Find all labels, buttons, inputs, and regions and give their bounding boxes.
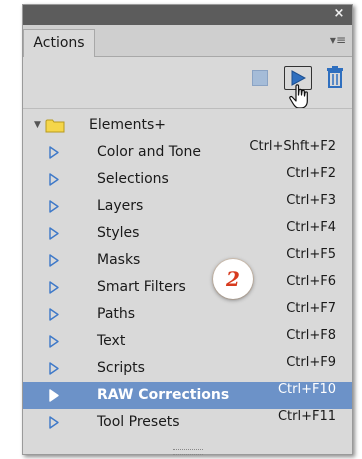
- action-label: RAW Corrections: [97, 387, 230, 403]
- expand-arrow-icon[interactable]: ▼: [34, 112, 41, 139]
- panel-menu-icon[interactable]: ▾≡: [330, 34, 346, 46]
- action-label: Text: [97, 333, 126, 349]
- action-label: Color and Tone: [97, 144, 202, 160]
- expand-triangle-icon[interactable]: [49, 227, 59, 240]
- action-label: Masks: [97, 252, 141, 268]
- action-shortcut: Ctrl+F10: [277, 382, 336, 397]
- expand-triangle-icon[interactable]: [49, 200, 59, 213]
- trash-icon[interactable]: [326, 66, 344, 88]
- action-shortcut: Ctrl+F2: [286, 166, 336, 181]
- action-shortcut: Ctrl+Shft+F2: [249, 139, 336, 154]
- actions-panel: × Actions ▾≡ ▼ Elements+ Color and Tone …: [22, 4, 353, 455]
- step-badge: 2: [213, 259, 253, 299]
- action-label: Styles: [97, 225, 140, 241]
- actions-toolbar: [23, 57, 352, 109]
- action-shortcut: Ctrl+F4: [286, 220, 336, 235]
- action-label: Layers: [97, 198, 144, 214]
- close-icon[interactable]: ×: [332, 7, 346, 21]
- folder-label: Elements+: [89, 117, 166, 133]
- action-label: Scripts: [97, 360, 145, 376]
- hand-cursor-icon: [289, 84, 308, 109]
- action-shortcut: Ctrl+F8: [286, 328, 336, 343]
- action-label: Paths: [97, 306, 136, 322]
- action-shortcut: Ctrl+F6: [286, 274, 336, 289]
- resize-grip[interactable]: [173, 449, 203, 455]
- action-label: Smart Filters: [97, 279, 186, 295]
- action-shortcut: Ctrl+F11: [277, 409, 336, 424]
- folder-icon: [45, 119, 65, 133]
- action-shortcut: Ctrl+F3: [286, 193, 336, 208]
- action-shortcut: Ctrl+F7: [286, 301, 336, 316]
- actions-list: ▼ Elements+ Color and Tone Ctrl+Shft+F2 Se…: [23, 108, 352, 439]
- stop-icon[interactable]: [252, 70, 268, 86]
- action-label: Tool Presets: [97, 414, 180, 430]
- action-shortcut: Ctrl+F5: [286, 247, 336, 262]
- expand-triangle-icon[interactable]: [49, 389, 59, 402]
- expand-triangle-icon[interactable]: [49, 362, 59, 375]
- panel-tabstrip: Actions ▾≡: [23, 25, 352, 57]
- expand-triangle-icon[interactable]: [49, 254, 59, 267]
- action-shortcut: Ctrl+F9: [286, 355, 336, 370]
- expand-triangle-icon[interactable]: [49, 308, 59, 321]
- expand-triangle-icon[interactable]: [49, 173, 59, 186]
- expand-triangle-icon[interactable]: [49, 335, 59, 348]
- panel-titlebar[interactable]: ×: [23, 5, 352, 25]
- tab-actions[interactable]: Actions: [23, 29, 95, 57]
- expand-triangle-icon[interactable]: [49, 281, 59, 294]
- expand-triangle-icon[interactable]: [49, 146, 59, 159]
- expand-triangle-icon[interactable]: [49, 416, 59, 429]
- action-label: Selections: [97, 171, 169, 187]
- action-row[interactable]: Tool Presets Ctrl+F11: [23, 409, 352, 436]
